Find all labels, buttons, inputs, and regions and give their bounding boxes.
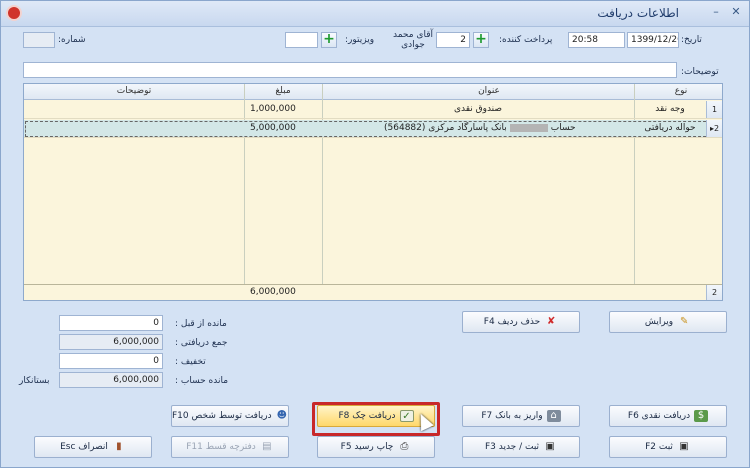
time-field[interactable]: 20:58 bbox=[568, 32, 625, 48]
row-type: وجه نقد bbox=[655, 104, 685, 114]
receive-cash-button[interactable]: $ دریافت نقدی F6 bbox=[609, 405, 727, 427]
payer-label: پرداخت کننده: bbox=[499, 35, 553, 45]
delete-icon: ✘ bbox=[547, 316, 556, 327]
cash-icon: $ bbox=[694, 410, 709, 422]
footer-count: 2 bbox=[706, 285, 722, 300]
row-title-prefix: حساب bbox=[550, 123, 576, 133]
person-icon: ☻ bbox=[276, 410, 288, 421]
add-payer-icon[interactable]: + bbox=[473, 32, 489, 48]
discount-label: تخفیف : bbox=[175, 357, 206, 367]
date-label: تاریخ: bbox=[681, 35, 702, 45]
column-header-description[interactable]: توضیحات bbox=[24, 86, 244, 96]
total-received-field: 6,000,000 bbox=[59, 334, 163, 350]
receive-by-person-button[interactable]: ☻ دریافت توسط شخص F10 bbox=[171, 405, 289, 427]
creditor-label: بستانکار bbox=[19, 376, 50, 386]
total-received-label: جمع دریافتی : bbox=[175, 338, 228, 348]
edit-button[interactable]: ✎ ویرایش bbox=[609, 311, 727, 333]
discount-field[interactable]: 0 bbox=[59, 353, 163, 369]
app-icon bbox=[6, 5, 22, 21]
column-header-title[interactable]: عنوان bbox=[322, 86, 656, 96]
row-amount: 5,000,000 bbox=[250, 123, 296, 133]
minimize-button[interactable]: – bbox=[708, 4, 724, 20]
bank-icon: ⌂ bbox=[546, 410, 561, 422]
description-label: توضیحات: bbox=[681, 67, 719, 77]
number-label: شماره: bbox=[58, 35, 86, 45]
exit-door-icon: ▮ bbox=[116, 441, 122, 452]
row-title: صندوق نقدی bbox=[453, 104, 503, 114]
account-balance-label: مانده حساب : bbox=[175, 376, 229, 386]
row-number: ▸2 bbox=[706, 120, 722, 137]
table-row[interactable]: وجه نقد صندوق نقدی 1,000,000 1 bbox=[24, 101, 722, 119]
window-title: اطلاعات دريافت bbox=[597, 6, 679, 20]
pencil-icon: ✎ bbox=[679, 316, 689, 327]
close-button[interactable]: ✕ bbox=[728, 4, 744, 20]
save-button[interactable]: ▣ ثبت F2 bbox=[609, 436, 727, 458]
row-title-suffix: بانک پاسارگاد مرکزی (564882) bbox=[384, 123, 507, 133]
date-field[interactable]: 1399/12/26 bbox=[627, 32, 679, 48]
footer-total: 6,000,000 bbox=[250, 287, 296, 297]
grid-footer: 6,000,000 2 bbox=[24, 284, 722, 300]
print-receipt-button[interactable]: ⎙ چاپ رسید F5 bbox=[317, 436, 435, 458]
redacted-account bbox=[509, 123, 548, 132]
save-new-button[interactable]: ▣ ثبت / جدید F3 bbox=[462, 436, 580, 458]
delete-row-button[interactable]: ✘ حذف ردیف F4 bbox=[462, 311, 580, 333]
prev-balance-field: 0 bbox=[59, 315, 163, 331]
table-row-selected[interactable]: حواله دریافتی حساب بانک پاسارگاد مرکزی (5… bbox=[24, 120, 722, 138]
deposit-bank-button[interactable]: ⌂ واریز به بانک F7 bbox=[462, 405, 580, 427]
save-icon: ▣ bbox=[679, 441, 689, 452]
cancel-button[interactable]: ▮ انصراف Esc bbox=[34, 436, 152, 458]
save-new-icon: ▣ bbox=[545, 441, 555, 452]
row-title: حساب بانک پاسارگاد مرکزی (564882) bbox=[384, 123, 576, 133]
items-grid: نوع عنوان مبلغ توضیحات وجه نقد صندوق نقد… bbox=[23, 83, 723, 301]
visitor-field[interactable] bbox=[285, 32, 318, 48]
payer-code-field[interactable]: 2 bbox=[436, 32, 470, 48]
installment-book-button[interactable]: ▤ دفترچه قسط F11 bbox=[171, 436, 289, 458]
grid-header: نوع عنوان مبلغ توضیحات bbox=[24, 84, 722, 100]
add-visitor-icon[interactable]: + bbox=[321, 32, 337, 48]
book-icon: ▤ bbox=[262, 441, 272, 452]
description-input[interactable] bbox=[23, 62, 677, 78]
title-bar: اطلاعات دريافت – ✕ bbox=[1, 1, 749, 27]
account-balance-field: 6,000,000 bbox=[59, 372, 163, 388]
column-header-type[interactable]: نوع bbox=[656, 86, 706, 96]
column-header-amount[interactable]: مبلغ bbox=[244, 86, 322, 96]
printer-icon: ⎙ bbox=[400, 441, 409, 452]
prev-balance-label: مانده از قبل : bbox=[175, 319, 227, 329]
row-type: حواله دریافتی bbox=[644, 123, 696, 133]
payer-name: آقای محمد جوادی bbox=[392, 30, 433, 50]
visitor-label: ویزیتور: bbox=[345, 35, 375, 45]
row-amount: 1,000,000 bbox=[250, 104, 296, 114]
row-number: 1 bbox=[706, 101, 722, 118]
number-field[interactable] bbox=[23, 32, 55, 48]
receipt-window: اطلاعات دريافت – ✕ تاریخ: 1399/12/26 20:… bbox=[0, 0, 750, 468]
